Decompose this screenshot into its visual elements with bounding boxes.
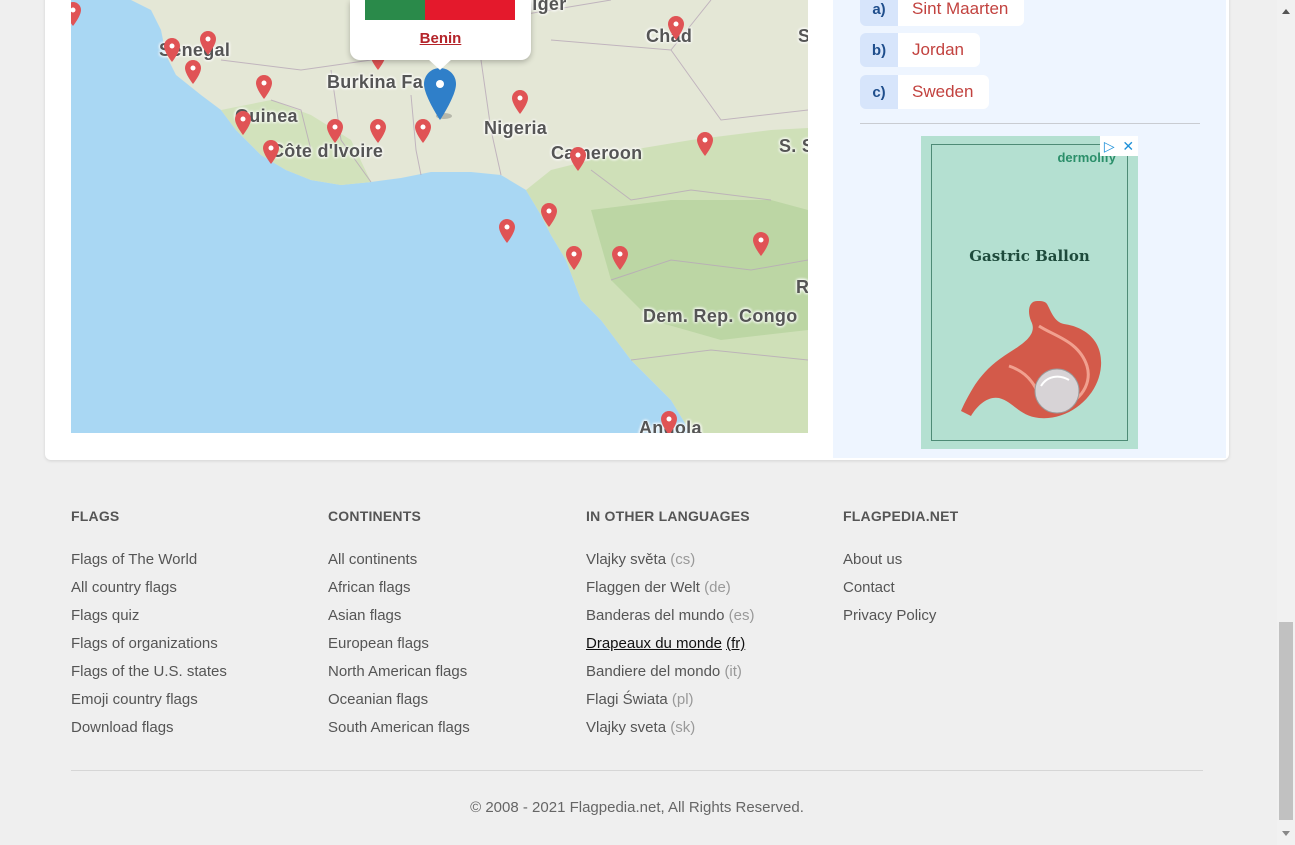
map-marker-icon[interactable]	[256, 75, 272, 99]
footer-heading: CONTINENTS	[328, 508, 421, 524]
footer-link[interactable]: African flags	[328, 574, 568, 602]
quiz-answer-a[interactable]: a) Sint Maarten	[860, 0, 1025, 26]
map-marker-icon[interactable]	[570, 147, 586, 171]
footer-link[interactable]: About us	[843, 546, 1083, 574]
answer-value: Sint Maarten	[898, 0, 1025, 26]
map-marker-icon[interactable]	[71, 2, 81, 26]
footer-link-hovered[interactable]: Drapeaux du monde (fr)	[586, 630, 826, 658]
footer-link[interactable]: Oceanian flags	[328, 686, 568, 714]
ad-controls: ▷ ✕	[1100, 136, 1138, 156]
advertisement[interactable]: dermolify ▷ ✕ Gastric Ballon	[921, 136, 1138, 449]
map-marker-icon[interactable]	[499, 219, 515, 243]
footer-link[interactable]: North American flags	[328, 658, 568, 686]
map-label-south-sudan: S. S	[779, 136, 808, 156]
copyright-text: © 2008 - 2021 Flagpedia.net, All Rights …	[470, 799, 804, 816]
scroll-up-arrow-icon[interactable]	[1282, 9, 1290, 14]
footer-column-flags: FLAGS Flags of The World All country fla…	[71, 508, 311, 742]
footer-link[interactable]: Vlajky světa (cs)	[586, 546, 826, 574]
footer-link[interactable]: Flagi Świata (pl)	[586, 686, 826, 714]
scroll-down-arrow-icon[interactable]	[1282, 831, 1290, 836]
africa-map[interactable]: Senegal Burkina Fa Niger Chad S Guinea C…	[71, 0, 808, 433]
footer-link[interactable]: All continents	[328, 546, 568, 574]
map-marker-icon[interactable]	[612, 246, 628, 270]
footer-column-languages: IN OTHER LANGUAGES Vlajky světa (cs) Fla…	[586, 508, 826, 742]
map-marker-icon[interactable]	[415, 119, 431, 143]
map-marker-icon[interactable]	[541, 203, 557, 227]
footer-link[interactable]: Flaggen der Welt (de)	[586, 574, 826, 602]
map-marker-icon[interactable]	[164, 38, 180, 62]
map-marker-icon[interactable]	[370, 119, 386, 143]
footer-link[interactable]: Download flags	[71, 714, 311, 742]
quiz-answer-b[interactable]: b) Jordan	[860, 33, 980, 67]
footer-divider	[71, 770, 1203, 771]
footer-link[interactable]: All country flags	[71, 574, 311, 602]
ad-headline: Gastric Ballon	[969, 247, 1090, 265]
footer-link[interactable]: South American flags	[328, 714, 568, 742]
footer-link[interactable]: European flags	[328, 630, 568, 658]
map-marker-icon[interactable]	[327, 119, 343, 143]
answer-value: Jordan	[898, 33, 980, 67]
footer-column-continents: CONTINENTS All continents African flags …	[328, 508, 568, 742]
map-marker-icon[interactable]	[661, 411, 677, 433]
map-marker-icon[interactable]	[753, 232, 769, 256]
answer-key: c)	[860, 75, 898, 109]
map-label-edge-r: R	[796, 277, 808, 297]
quiz-answer-c[interactable]: c) Sweden	[860, 75, 990, 109]
footer-column-flagpedia: FLAGPEDIA.NET About us Contact Privacy P…	[843, 508, 1083, 630]
footer-link[interactable]: Flags of the U.S. states	[71, 658, 311, 686]
map-marker-icon[interactable]	[697, 132, 713, 156]
footer-heading: IN OTHER LANGUAGES	[586, 508, 750, 524]
divider	[860, 123, 1200, 124]
map-marker-icon[interactable]	[566, 246, 582, 270]
active-map-marker-icon[interactable]	[424, 68, 456, 120]
popup-country-link[interactable]: Benin	[350, 30, 531, 47]
footer-heading: FLAGS	[71, 508, 120, 524]
adchoices-icon[interactable]: ▷	[1104, 139, 1115, 153]
scrollbar-thumb[interactable]	[1279, 622, 1293, 820]
country-popup: Benin	[350, 0, 531, 70]
close-icon[interactable]: ✕	[1122, 139, 1134, 153]
map-marker-icon[interactable]	[200, 31, 216, 55]
footer-link[interactable]: Vlajky sveta (sk)	[586, 714, 826, 742]
answer-value: Sweden	[898, 75, 990, 109]
map-marker-icon[interactable]	[185, 60, 201, 84]
map-label-dr-congo: Dem. Rep. Congo	[643, 306, 798, 326]
footer-heading: FLAGPEDIA.NET	[843, 508, 959, 524]
map-label-cote-divoire: Côte d'Ivoire	[271, 141, 384, 161]
footer-link[interactable]: Banderas del mundo (es)	[586, 602, 826, 630]
footer-link[interactable]: Contact	[843, 574, 1083, 602]
map-label-edge-s: S	[798, 26, 808, 46]
footer-link[interactable]: Flags of organizations	[71, 630, 311, 658]
stomach-image	[961, 301, 1102, 419]
map-marker-icon[interactable]	[235, 111, 251, 135]
answer-key: a)	[860, 0, 898, 26]
map-marker-icon[interactable]	[668, 16, 684, 40]
footer-link[interactable]: Flags quiz	[71, 602, 311, 630]
map-marker-icon[interactable]	[512, 90, 528, 114]
map-label-cameroon: Cameroon	[551, 143, 643, 163]
footer-link[interactable]: Bandiere del mondo (it)	[586, 658, 826, 686]
footer-link[interactable]: Flags of The World	[71, 546, 311, 574]
answer-key: b)	[860, 33, 898, 67]
map-marker-icon[interactable]	[263, 140, 279, 164]
map-label-burkina-faso: Burkina Fa	[327, 72, 424, 92]
footer-link[interactable]: Privacy Policy	[843, 602, 1083, 630]
benin-flag	[365, 0, 515, 20]
footer-link[interactable]: Asian flags	[328, 602, 568, 630]
footer-link[interactable]: Emoji country flags	[71, 686, 311, 714]
map-label-nigeria: Nigeria	[484, 118, 548, 138]
page-scrollbar[interactable]	[1277, 0, 1295, 845]
